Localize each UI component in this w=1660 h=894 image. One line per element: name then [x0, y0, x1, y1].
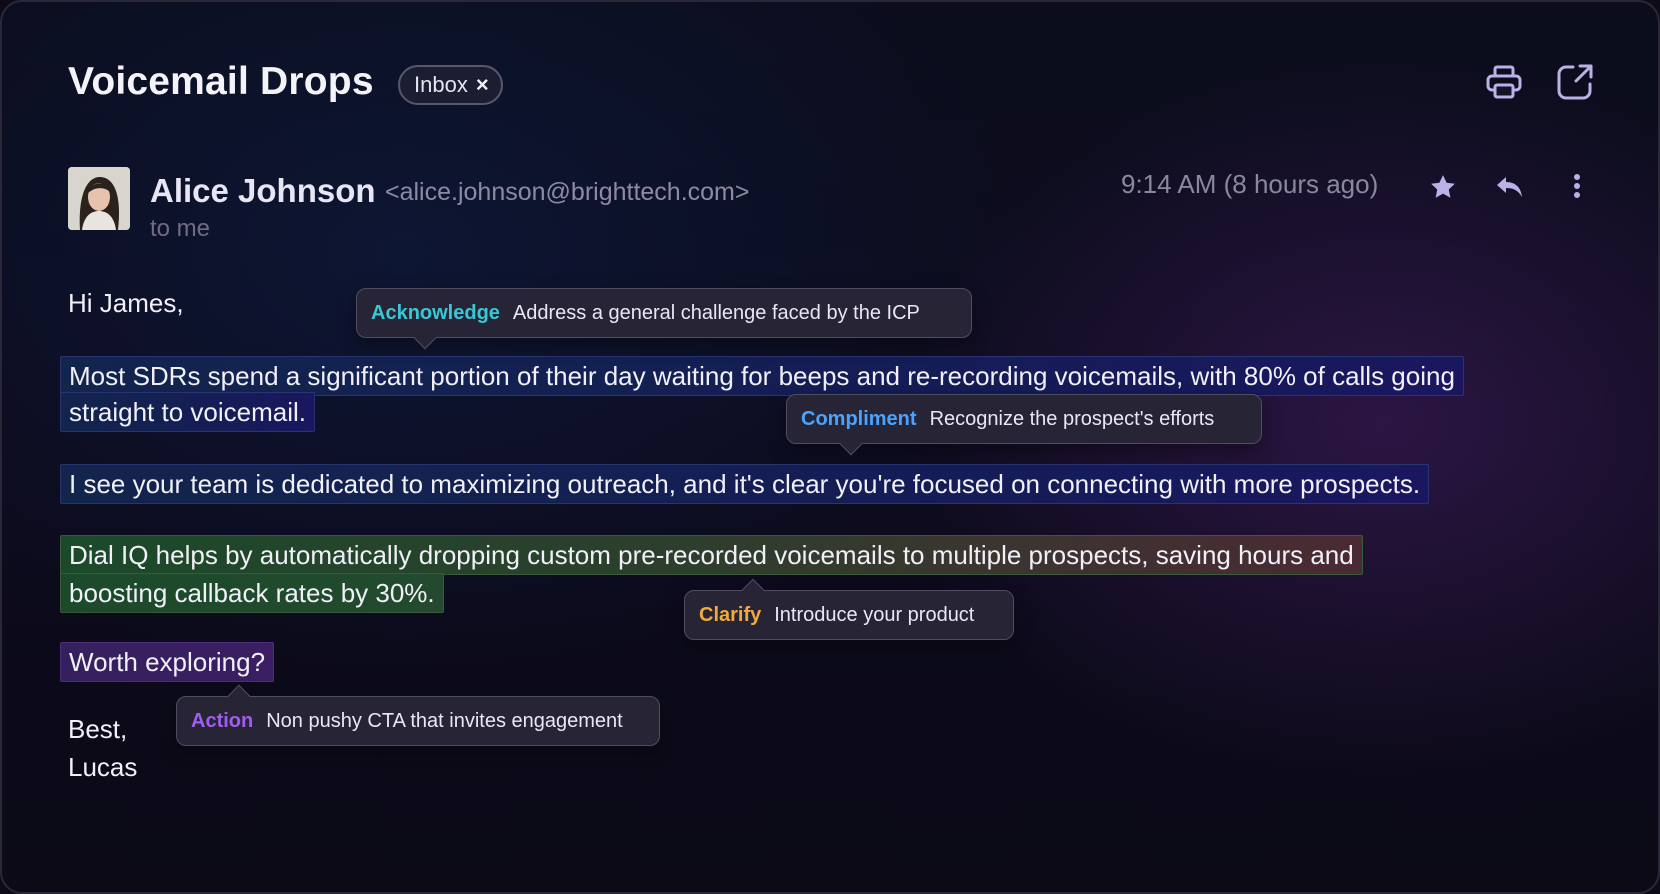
- signature: Lucas: [68, 752, 138, 782]
- avatar: [68, 167, 130, 230]
- print-icon[interactable]: [1484, 62, 1524, 102]
- callout-pointer: [227, 684, 251, 708]
- recipient-line[interactable]: to me: [150, 215, 210, 243]
- greeting: Hi James,: [68, 288, 184, 318]
- annotation-acknowledge: Acknowledge Address a general challenge …: [356, 288, 972, 350]
- body-paragraph-1-line-2: straight to voicemail.: [60, 392, 315, 432]
- open-in-new-window-icon[interactable]: [1555, 62, 1595, 102]
- body-paragraph-3-line-1: Dial IQ helps by automatically dropping …: [60, 535, 1363, 575]
- sender-name: Alice Johnson: [150, 172, 376, 209]
- body-paragraph-4: Worth exploring?: [60, 642, 275, 682]
- label-chip-inbox[interactable]: Inbox ×: [398, 65, 503, 105]
- annotation-text: Non pushy CTA that invites engagement: [266, 709, 623, 732]
- annotation-text: Introduce your product: [774, 603, 975, 626]
- more-vertical-icon[interactable]: [1562, 168, 1592, 204]
- star-icon[interactable]: [1426, 170, 1460, 204]
- body-paragraph-3-line-2: boosting callback rates by 30%.: [60, 573, 444, 613]
- email-window: Voicemail Drops Inbox × Alice Johnson <a…: [0, 0, 1660, 894]
- annotation-tag: Acknowledge: [371, 301, 500, 324]
- annotation-action: Action Non pushy CTA that invites engage…: [176, 684, 660, 746]
- body-paragraph-2: I see your team is dedicated to maximizi…: [60, 464, 1430, 504]
- annotation-tag: Clarify: [699, 603, 762, 626]
- email-subject: Voicemail Drops: [68, 60, 374, 103]
- reply-icon[interactable]: [1492, 170, 1526, 204]
- message-timestamp: 9:14 AM (8 hours ago): [1121, 169, 1379, 199]
- signoff: Best,: [68, 714, 128, 744]
- annotation-compliment: Compliment Recognize the prospect's effo…: [786, 394, 1262, 456]
- label-chip-text: Inbox: [414, 72, 468, 97]
- sender-email: <alice.johnson@brighttech.com>: [385, 178, 750, 206]
- annotation-tag: Action: [191, 709, 254, 732]
- close-icon[interactable]: ×: [476, 72, 489, 98]
- annotation-text: Address a general challenge faced by the…: [512, 301, 920, 324]
- callout-pointer: [839, 432, 863, 456]
- callout-pointer: [741, 578, 765, 602]
- annotation-text: Recognize the prospect's efforts: [929, 407, 1215, 430]
- body-paragraph-1-line-1: Most SDRs spend a significant portion of…: [60, 356, 1464, 396]
- annotation-tag: Compliment: [801, 407, 917, 430]
- annotation-clarify: Clarify Introduce your product: [684, 578, 1014, 640]
- callout-pointer: [413, 326, 437, 350]
